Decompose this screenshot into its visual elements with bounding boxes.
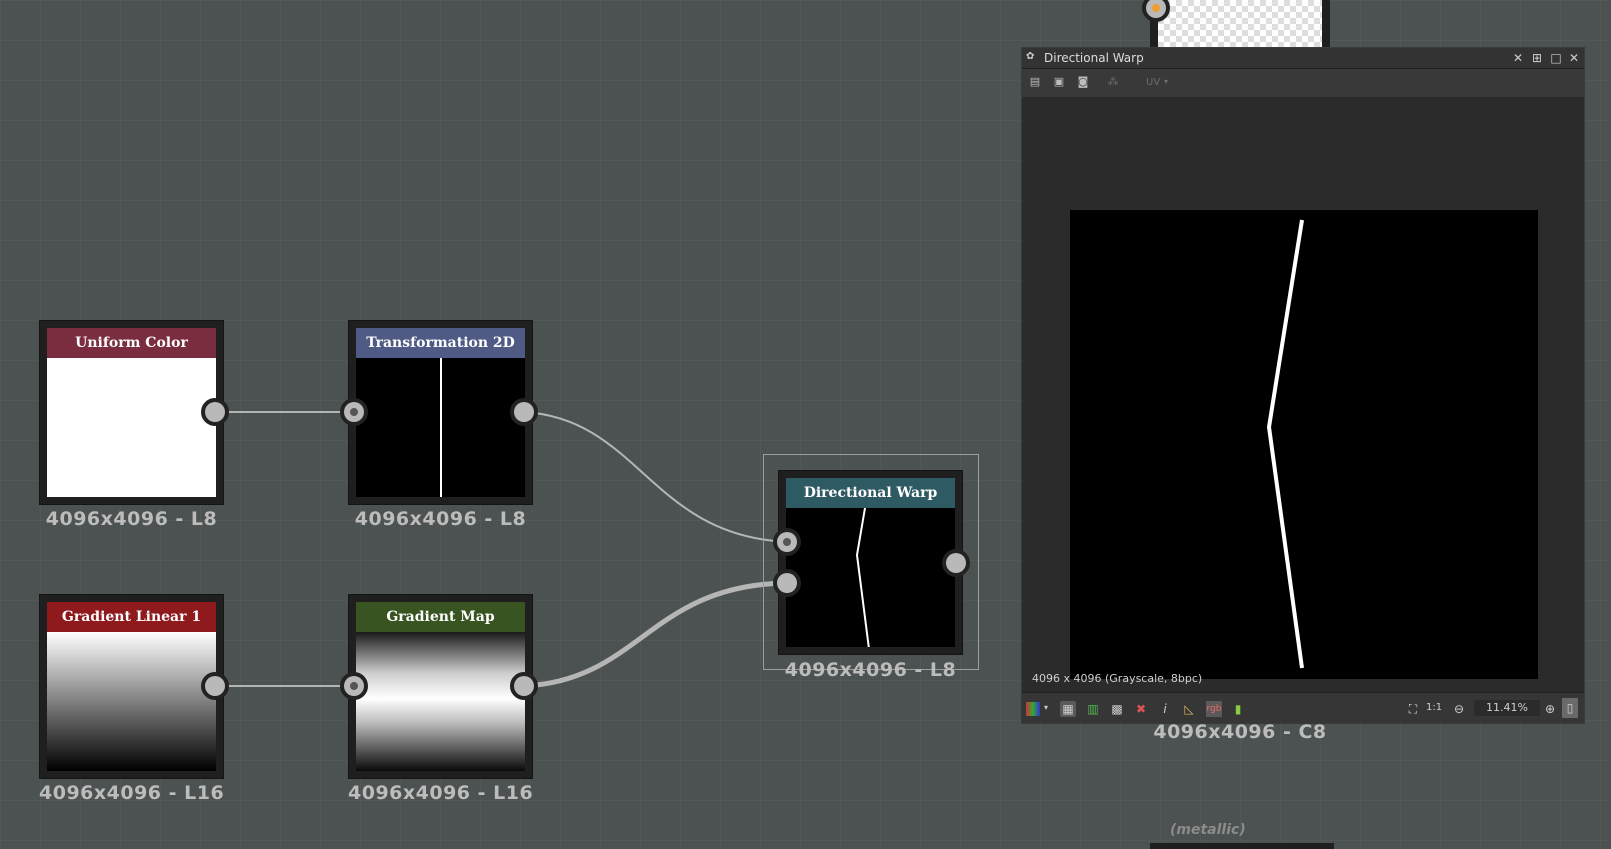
- image-info: 4096 x 4096 (Grayscale, 8bpc): [1032, 672, 1203, 685]
- rgb-icon[interactable]: rgb: [1206, 701, 1222, 717]
- panel-title: Directional Warp: [1044, 51, 1144, 65]
- wire-map-to-warp[interactable]: [524, 580, 788, 689]
- node-title: Gradient Map: [356, 602, 525, 632]
- panel-toolbar: ▤ ▣ ◙ ⁂ UV ▾: [1022, 69, 1584, 98]
- node-thumbnail: [356, 358, 525, 497]
- restore-icon[interactable]: ⊞: [1529, 50, 1545, 66]
- grid-icon[interactable]: ▩: [1109, 701, 1125, 717]
- 2d-view-panel[interactable]: ✿ Directional Warp ✕ ⊞ □ ✕ ▤ ▣ ◙ ⁂ UV ▾ …: [1021, 47, 1585, 724]
- output-port[interactable]: [510, 398, 538, 426]
- input-port[interactable]: [340, 398, 368, 426]
- texture-preview[interactable]: [1070, 210, 1538, 679]
- zoom-in-icon[interactable]: ⊕: [1542, 701, 1558, 717]
- node-title: Transformation 2D: [356, 328, 525, 358]
- node-gradient-linear-1[interactable]: Gradient Linear 1: [39, 594, 224, 779]
- node-uniform-color[interactable]: Uniform Color: [39, 320, 224, 505]
- maximize-icon[interactable]: □: [1548, 50, 1564, 66]
- input-port-2[interactable]: [773, 569, 801, 597]
- copy-icon[interactable]: ▤: [1028, 75, 1042, 89]
- pin-icon[interactable]: ✕: [1510, 50, 1526, 66]
- input-port[interactable]: [773, 528, 801, 556]
- no-tiling-icon[interactable]: ✖: [1133, 701, 1149, 717]
- node-transformation-2d[interactable]: Transformation 2D: [348, 320, 533, 505]
- channels-icon[interactable]: [1026, 702, 1040, 716]
- chevron-down-icon: ▾: [1044, 703, 1049, 712]
- partial-node-bottom[interactable]: [1150, 843, 1334, 849]
- node-thumbnail: [356, 632, 525, 771]
- panel-bottombar: ▾ ▦ ▥ ▩ ✖ i ◺ rgb ▮ ⛶ 1:1 ⊖ 11.41% ⊕ ▯: [1022, 692, 1584, 723]
- warp-preview-line: [855, 508, 870, 647]
- viewer-canvas[interactable]: [1022, 98, 1584, 693]
- output-node-size-label: 4096x4096 - C8: [1153, 721, 1327, 743]
- node-title: Uniform Color: [47, 328, 216, 358]
- partial-node-top[interactable]: [1150, 0, 1330, 48]
- node-size-label: 4096x4096 - L16: [348, 782, 534, 804]
- metallic-label: (metallic): [1170, 822, 1246, 838]
- zoom-out-icon[interactable]: ⊖: [1451, 701, 1467, 717]
- input-port[interactable]: [340, 672, 368, 700]
- ratio-button[interactable]: 1:1: [1426, 702, 1442, 713]
- export-icon[interactable]: ▣: [1052, 75, 1066, 89]
- panel-titlebar[interactable]: ✿ Directional Warp ✕ ⊞ □ ✕: [1022, 48, 1584, 69]
- fit-icon[interactable]: ⛶: [1405, 701, 1421, 717]
- tiling-icon[interactable]: ⁂: [1106, 75, 1120, 89]
- node-size-label: 4096x4096 - L16: [39, 782, 225, 804]
- node-thumbnail: [786, 508, 955, 647]
- zoom-field[interactable]: 11.41%: [1474, 700, 1540, 716]
- info-icon[interactable]: i: [1157, 701, 1173, 717]
- checker-toggle-icon[interactable]: ▦: [1060, 701, 1076, 717]
- node-thumbnail: [47, 358, 216, 497]
- node-size-label: 4096x4096 - L8: [45, 508, 218, 530]
- chevron-down-icon: ▾: [1164, 77, 1169, 86]
- lock-icon[interactable]: ▯: [1562, 698, 1578, 718]
- histogram-icon[interactable]: ◺: [1181, 701, 1197, 717]
- output-port[interactable]: [942, 549, 970, 577]
- close-icon[interactable]: ✕: [1566, 50, 1582, 66]
- output-port[interactable]: [201, 398, 229, 426]
- output-port[interactable]: [510, 672, 538, 700]
- node-thumbnail: [47, 632, 216, 771]
- color-icon[interactable]: ▥: [1085, 701, 1101, 717]
- node-gradient-map[interactable]: Gradient Map: [348, 594, 533, 779]
- panel-app-icon: ✿: [1026, 51, 1035, 62]
- output-port[interactable]: [201, 672, 229, 700]
- uv-dropdown[interactable]: UV: [1146, 77, 1160, 88]
- wire-transform-to-warp[interactable]: [524, 411, 788, 543]
- node-size-label: 4096x4096 - L8: [784, 659, 957, 681]
- node-title: Gradient Linear 1: [47, 602, 216, 632]
- camera-icon[interactable]: ◙: [1076, 75, 1090, 89]
- checker-thumbnail: [1158, 0, 1322, 48]
- node-size-label: 4096x4096 - L8: [354, 508, 527, 530]
- node-directional-warp[interactable]: Directional Warp: [778, 470, 963, 655]
- color-swatch-icon[interactable]: ▮: [1230, 701, 1246, 717]
- node-title: Directional Warp: [786, 478, 955, 508]
- warped-line: [1266, 219, 1304, 669]
